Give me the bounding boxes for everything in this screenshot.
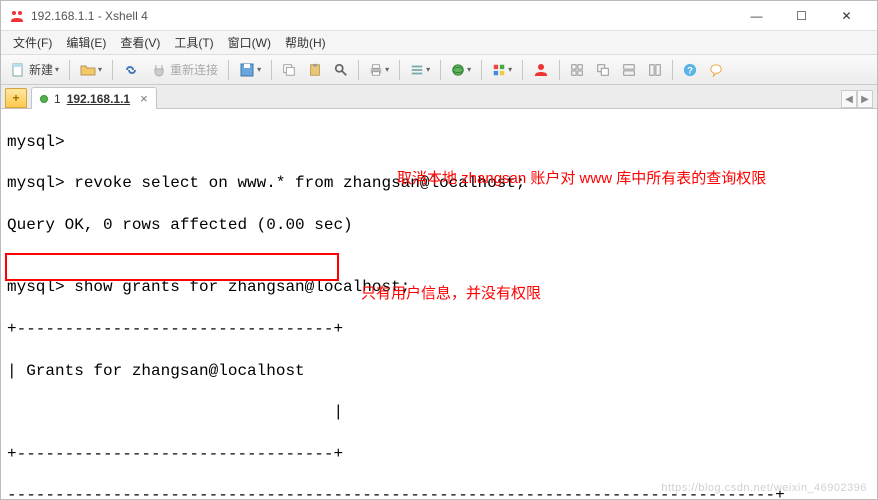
tab-label: 192.168.1.1: [67, 92, 130, 106]
tile-v-icon: [648, 63, 662, 77]
save-button[interactable]: ▾: [234, 58, 266, 82]
chevron-down-icon: ▾: [508, 65, 512, 74]
folder-open-icon: [80, 62, 96, 78]
paste-button[interactable]: [303, 58, 327, 82]
term-line: Query OK, 0 rows affected (0.00 sec): [7, 215, 871, 236]
term-line: +---------------------------------+: [7, 319, 871, 340]
annotation-grants: 只有用户信息，并没有权限: [361, 284, 541, 304]
menu-help[interactable]: 帮助(H): [279, 32, 332, 53]
watermark: https://blog.csdn.net/weixin_46902396: [661, 481, 867, 495]
tab-index: 1: [54, 92, 61, 106]
paste-icon: [308, 63, 322, 77]
properties-button[interactable]: ▾: [405, 58, 435, 82]
open-button[interactable]: ▾: [75, 58, 107, 82]
new-tab-button[interactable]: +: [5, 88, 27, 108]
tab-scroll-right[interactable]: ▶: [857, 90, 873, 108]
titlebar: 192.168.1.1 - Xshell 4 — ☐ ✕: [1, 1, 877, 31]
app-icon: [9, 8, 25, 24]
globe-icon: [451, 63, 465, 77]
chevron-down-icon: ▾: [426, 65, 430, 74]
separator: [399, 60, 400, 80]
link-icon: [123, 62, 139, 78]
session-button[interactable]: [528, 58, 554, 82]
menu-edit[interactable]: 编辑(E): [60, 32, 112, 53]
web-button[interactable]: ▾: [446, 58, 476, 82]
copy-button[interactable]: [277, 58, 301, 82]
separator: [228, 60, 229, 80]
cascade-button[interactable]: [591, 58, 615, 82]
terminal[interactable]: mysql> mysql> revoke select on www.* fro…: [1, 109, 877, 499]
term-line: +---------------------------------+: [7, 444, 871, 465]
menubar: 文件(F) 编辑(E) 查看(V) 工具(T) 窗口(W) 帮助(H): [1, 31, 877, 55]
palette-icon: [492, 63, 506, 77]
document-icon: [10, 62, 26, 78]
plug-icon: [151, 62, 167, 78]
chevron-down-icon: ▾: [257, 65, 261, 74]
find-button[interactable]: [329, 58, 353, 82]
window-title: 192.168.1.1 - Xshell 4: [31, 9, 148, 23]
link-button[interactable]: [118, 58, 144, 82]
separator: [112, 60, 113, 80]
separator: [672, 60, 673, 80]
color-scheme-button[interactable]: ▾: [487, 58, 517, 82]
minimize-button[interactable]: —: [734, 2, 779, 30]
separator: [481, 60, 482, 80]
cascade-icon: [596, 63, 610, 77]
print-button[interactable]: ▾: [364, 58, 394, 82]
tile-v-button[interactable]: [643, 58, 667, 82]
tab-close-button[interactable]: ×: [140, 91, 148, 106]
chevron-down-icon: ▾: [55, 65, 59, 74]
term-line: | Grants for zhangsan@localhost: [7, 361, 871, 382]
copy-icon: [282, 63, 296, 77]
tile-button[interactable]: [565, 58, 589, 82]
toolbar: 新建 ▾ ▾ 重新连接 ▾ ▾ ▾ ▾ ▾: [1, 55, 877, 85]
menu-window[interactable]: 窗口(W): [222, 32, 277, 53]
save-icon: [239, 62, 255, 78]
user-icon: [533, 62, 549, 78]
bubble-icon: [709, 63, 723, 77]
separator: [559, 60, 560, 80]
help-button[interactable]: ?: [678, 58, 702, 82]
search-icon: [334, 63, 348, 77]
grid-icon: [570, 63, 584, 77]
tab-scroll-left[interactable]: ◀: [841, 90, 857, 108]
tile-h-button[interactable]: [617, 58, 641, 82]
menu-file[interactable]: 文件(F): [7, 32, 58, 53]
term-line: mysql>: [7, 132, 871, 153]
annotation-revoke: 取消本地 zhangsan 账户对 www 库中所有表的查询权限: [397, 169, 766, 189]
chevron-down-icon: ▾: [467, 65, 471, 74]
maximize-button[interactable]: ☐: [779, 2, 824, 30]
menu-view[interactable]: 查看(V): [114, 32, 166, 53]
list-icon: [410, 63, 424, 77]
term-line: |: [7, 402, 871, 423]
separator: [69, 60, 70, 80]
menu-tools[interactable]: 工具(T): [168, 32, 219, 53]
close-button[interactable]: ✕: [824, 2, 869, 30]
about-button[interactable]: [704, 58, 728, 82]
svg-text:?: ?: [687, 65, 693, 76]
chevron-down-icon: ▾: [98, 65, 102, 74]
help-icon: ?: [683, 63, 697, 77]
separator: [522, 60, 523, 80]
separator: [271, 60, 272, 80]
status-dot-icon: [40, 95, 48, 103]
print-icon: [369, 63, 383, 77]
separator: [358, 60, 359, 80]
tile-h-icon: [622, 63, 636, 77]
chevron-down-icon: ▾: [385, 65, 389, 74]
separator: [440, 60, 441, 80]
tab-session[interactable]: 1 192.168.1.1 ×: [31, 87, 157, 109]
tab-scroll: ◀ ▶: [841, 90, 873, 108]
new-session-button[interactable]: 新建 ▾: [5, 58, 64, 82]
tabbar: + 1 192.168.1.1 × ◀ ▶: [1, 85, 877, 109]
reconnect-button[interactable]: 重新连接: [146, 58, 223, 82]
